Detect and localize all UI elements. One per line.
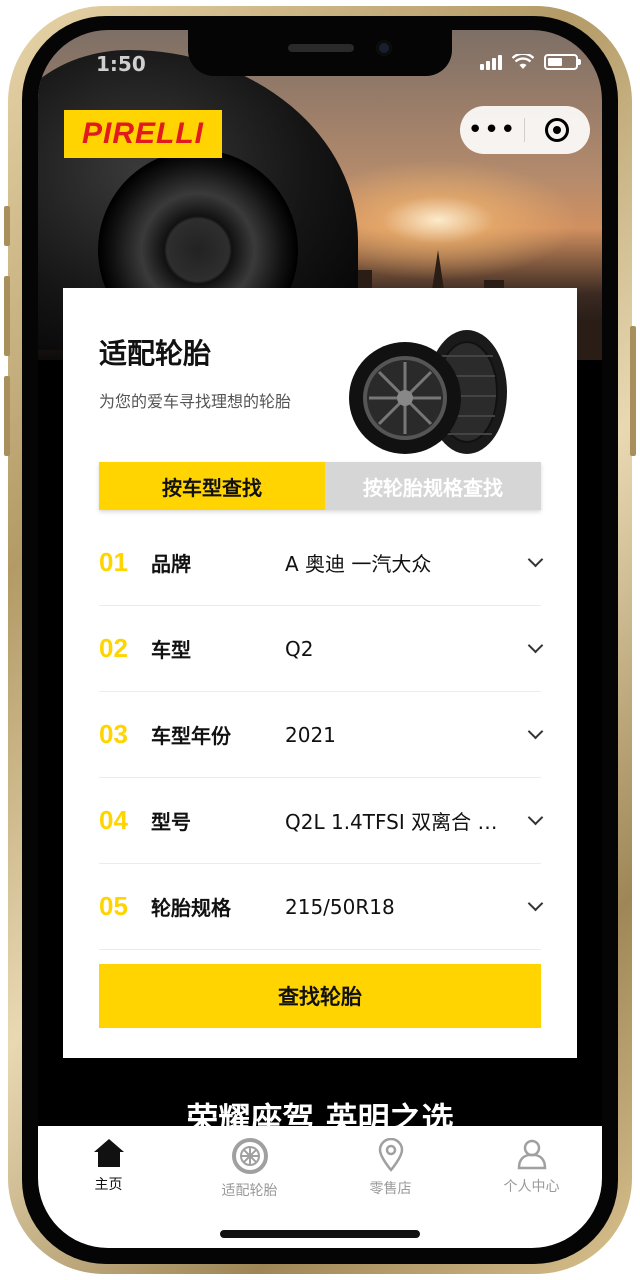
row-number: 03 [99, 719, 128, 749]
battery-icon [544, 54, 581, 70]
miniprogram-capsule: ••• [460, 106, 590, 154]
front-camera [376, 40, 392, 56]
tire-icon [231, 1138, 268, 1174]
speaker-grille [288, 44, 354, 52]
tab-label: 零售店 [369, 1181, 412, 1197]
card-title: 适配轮胎 [99, 337, 212, 370]
chevron-down-icon[interactable] [517, 551, 544, 568]
row-value: A 奥迪 一汽大众 [285, 552, 432, 576]
card-subtitle: 为您的爱车寻找理想的轮胎 [99, 392, 292, 411]
row-number: 01 [99, 547, 128, 577]
chevron-down-icon[interactable] [517, 895, 544, 912]
row-label: 车型 [151, 638, 191, 662]
more-dots-icon[interactable]: ••• [460, 110, 524, 150]
row-label: 品牌 [151, 552, 191, 576]
user-icon [517, 1139, 546, 1170]
find-tires-button[interactable]: 查找轮胎 [99, 964, 541, 1028]
row-number: 04 [99, 805, 128, 835]
row-value: Q2L 1.4TFSI 双离合 豪华动感型 [285, 810, 517, 834]
row-value: 215/50R18 [285, 894, 395, 919]
chevron-down-icon[interactable] [517, 637, 544, 654]
mute-switch [4, 206, 10, 246]
row-value: 2021 [285, 722, 336, 747]
row-label: 型号 [151, 810, 191, 834]
tab-by-tire-size[interactable]: 按轮胎规格查找 [325, 462, 541, 510]
home-icon [93, 1139, 124, 1167]
tab-label: 个人中心 [503, 1179, 560, 1195]
tab-by-vehicle[interactable]: 按车型查找 [99, 462, 325, 510]
pirelli-logo: PIRELLI [64, 110, 222, 158]
wifi-icon [512, 54, 534, 69]
target-close-icon[interactable] [525, 118, 589, 142]
status-time: 1:50 [96, 52, 146, 76]
row-label: 轮胎规格 [151, 896, 231, 920]
volume-up-button [4, 276, 10, 356]
row-label: 车型年份 [151, 724, 231, 748]
home-indicator[interactable] [220, 1230, 420, 1238]
power-button [630, 326, 636, 456]
row-number: 02 [99, 633, 128, 663]
row-model[interactable]: 02 车型 Q2 [99, 606, 544, 692]
camera-notch [188, 30, 452, 76]
search-mode-tabs: 按车型查找 按轮胎规格查找 [99, 462, 541, 510]
status-icons [480, 54, 581, 70]
row-value: Q2 [285, 636, 314, 661]
row-model-year[interactable]: 03 车型年份 2021 [99, 692, 544, 778]
row-variant[interactable]: 04 型号 Q2L 1.4TFSI 双离合 豪华动感型 [99, 778, 544, 864]
row-number: 05 [99, 891, 128, 921]
tires-image [349, 330, 507, 454]
tab-label: 主页 [94, 1177, 123, 1193]
row-tire-size[interactable]: 05 轮胎规格 215/50R18 [99, 864, 544, 950]
tab-home[interactable]: 主页 [38, 1126, 179, 1248]
location-pin-icon [378, 1138, 403, 1172]
row-brand[interactable]: 01 品牌 A 奥迪 一汽大众 [99, 520, 544, 606]
tab-label: 适配轮胎 [221, 1183, 278, 1199]
volume-down-button [4, 376, 10, 456]
chevron-down-icon[interactable] [517, 809, 544, 826]
signal-icon [480, 54, 502, 70]
screen: 1:50 PIRELLI ••• 适配轮胎 为您的爱车寻找理想的轮胎 按车型查找… [38, 30, 602, 1248]
tire-finder-card: 适配轮胎 为您的爱车寻找理想的轮胎 按车型查找 按轮胎规格查找 01 品牌 A … [63, 288, 577, 1058]
chevron-down-icon[interactable] [517, 723, 544, 740]
tab-profile[interactable]: 个人中心 [461, 1126, 602, 1248]
